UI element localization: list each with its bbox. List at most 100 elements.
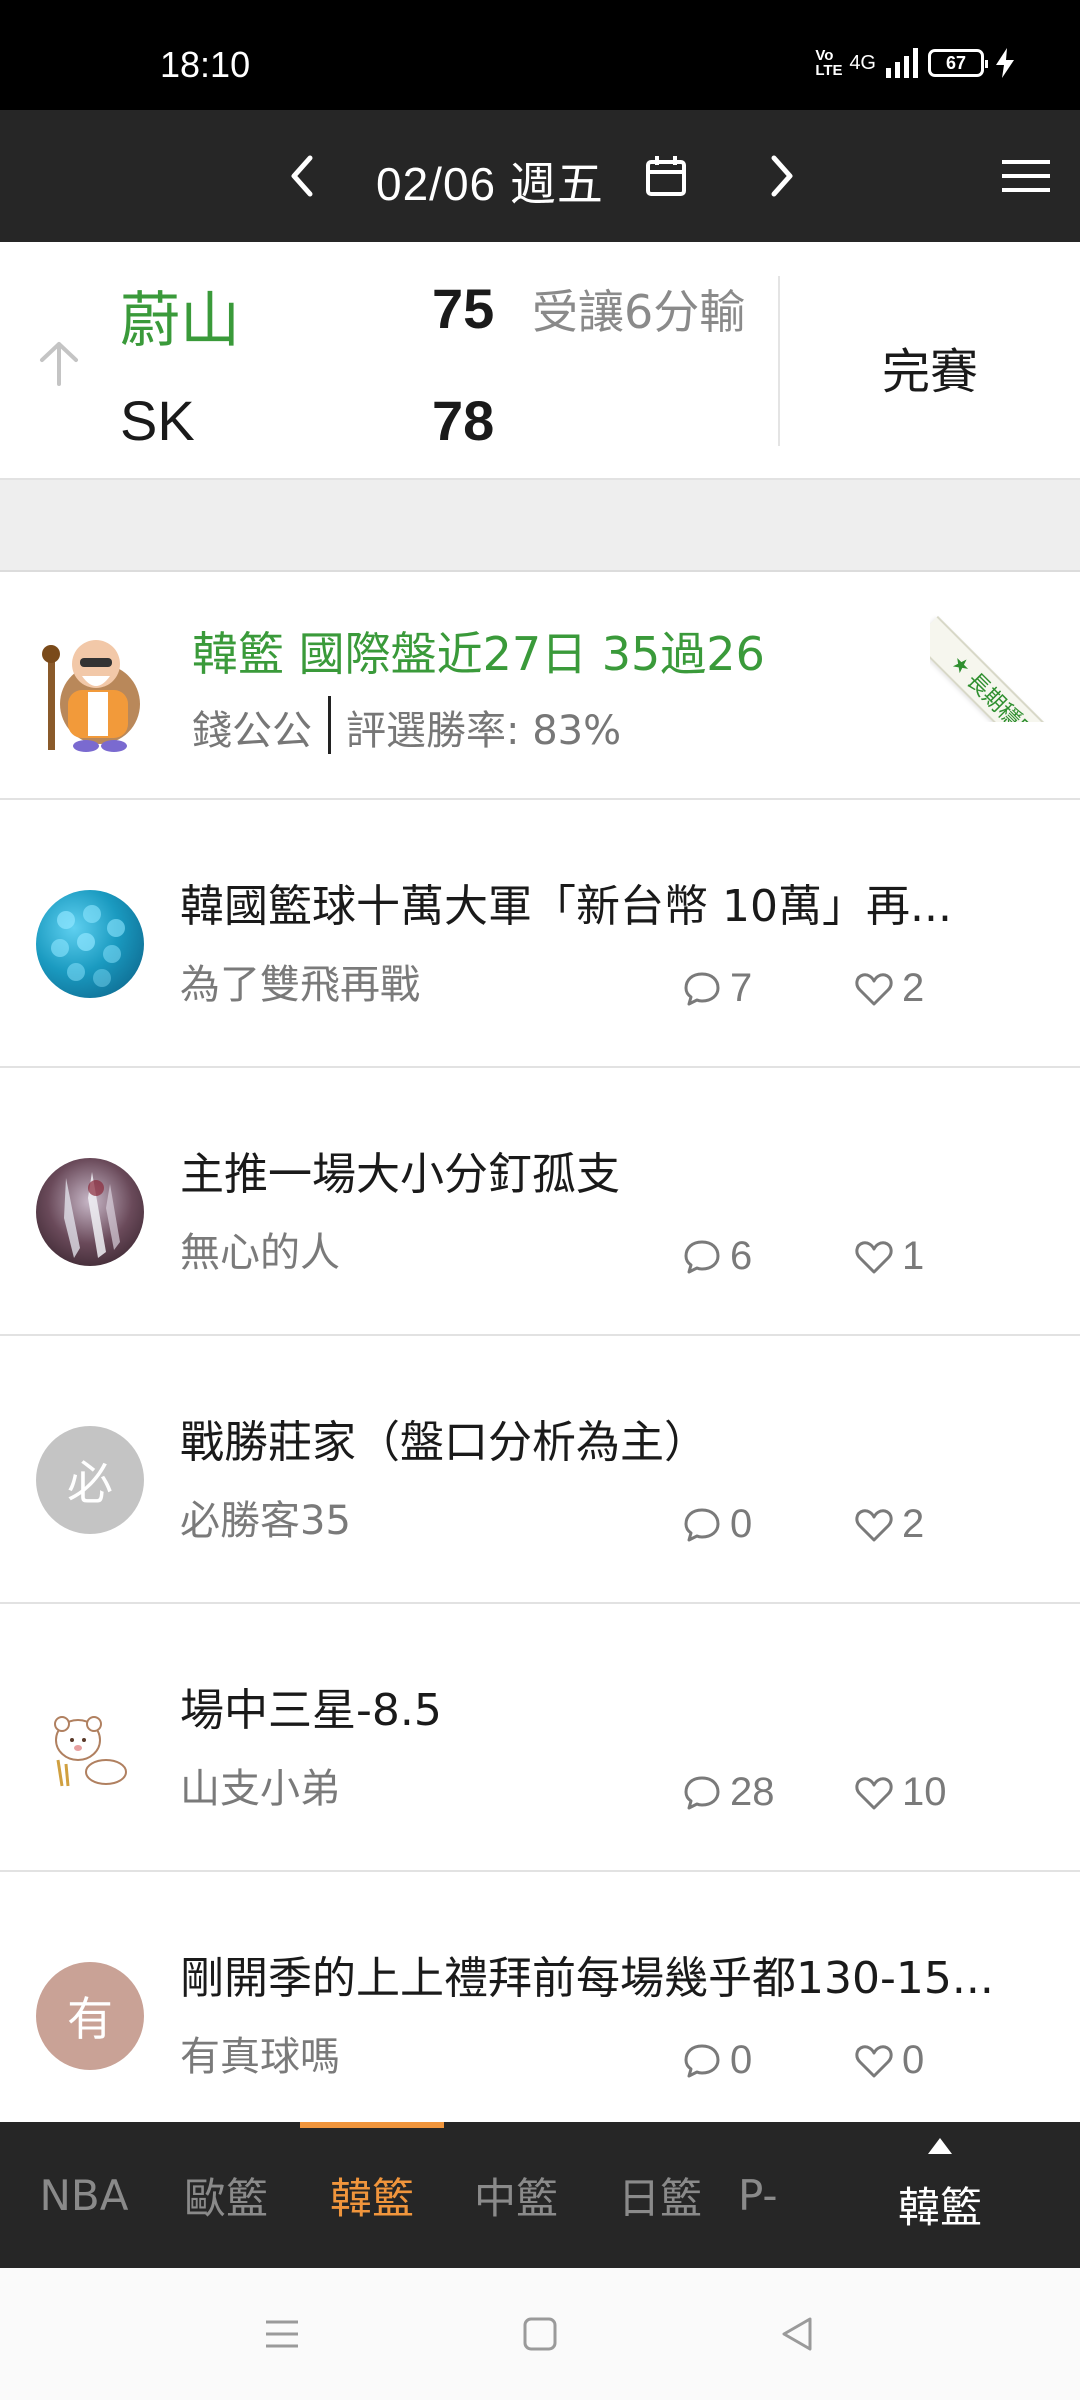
away-team-name: SK	[120, 389, 195, 452]
portrait-illustration	[64, 1172, 120, 1258]
post-item[interactable]: 有 剛開季的上上禮拜前每場幾乎都130-15... 有真球嗎 0 0	[0, 1872, 1080, 2140]
home-team-score: 75	[432, 277, 495, 340]
calendar-icon[interactable]	[644, 154, 688, 198]
comment-icon	[684, 2044, 720, 2077]
expert-name: 錢公公	[192, 708, 312, 754]
handicap-result: 受讓6分輸	[532, 285, 746, 339]
cartoon-bears-illustration	[54, 1716, 127, 1787]
avatar-initial: 有	[67, 1992, 113, 2046]
expert-record-title: 韓籃 國際盤近27日 35過26	[192, 627, 765, 681]
post-author: 山支小弟	[180, 1766, 340, 1812]
away-team-score: 78	[432, 389, 495, 452]
comment-icon	[684, 1508, 720, 1541]
comment-count: 6	[682, 1234, 752, 1279]
comment-count-value: 0	[730, 1502, 753, 1546]
author-avatar: 有	[36, 1962, 144, 2070]
comment-icon	[684, 1240, 720, 1273]
like-count: 2	[854, 1502, 924, 1547]
date-label[interactable]: 02/06 週五	[376, 148, 604, 214]
badge-label: 長期穩定	[961, 668, 1042, 722]
post-title[interactable]: 戰勝莊家（盤口分析為主）	[180, 1406, 1040, 1470]
home-team-name: 蔚山	[120, 286, 240, 356]
tab-chinese-basketball[interactable]: 中籃	[456, 2122, 576, 2268]
like-count: 0	[854, 2038, 924, 2083]
comment-count: 28	[682, 1770, 775, 1815]
like-count-value: 0	[902, 2038, 925, 2082]
league-selector[interactable]: 韓籃	[880, 2122, 1000, 2268]
post-title[interactable]: 韓國籃球十萬大軍「新台幣 10萬」再...	[180, 870, 1040, 934]
badge-ribbon: ★ 長期穩定 ★	[930, 572, 1080, 722]
post-author: 無心的人	[180, 1230, 340, 1276]
comment-count-value: 7	[730, 966, 753, 1010]
section-spacer	[0, 480, 1080, 572]
comment-count: 0	[682, 1502, 752, 1547]
tab-euro-basketball[interactable]: 歐籃	[166, 2122, 286, 2268]
like-count-value: 1	[902, 1234, 925, 1278]
like-count-value: 2	[902, 966, 925, 1010]
battery-level: 67	[945, 52, 967, 73]
previous-day-icon[interactable]	[282, 150, 322, 202]
current-league-label: 韓籃	[897, 2183, 982, 2232]
post-title[interactable]: 剛開季的上上禮拜前每場幾乎都130-15...	[180, 1942, 1040, 2006]
like-count: 10	[854, 1770, 947, 1815]
tab-p-league[interactable]: P-	[738, 2122, 822, 2268]
network-type: 4G	[849, 51, 876, 74]
featured-expert-card[interactable]: 韓籃 國際盤近27日 35過26 錢公公 評選勝率: 83% ★ 長期穩定 ★	[0, 572, 1080, 800]
like-count: 2	[854, 966, 924, 1011]
heart-icon	[855, 1776, 893, 1809]
post-item[interactable]: 必 戰勝莊家（盤口分析為主） 必勝客35 0 2	[0, 1336, 1080, 1604]
volte-icon: Vo LTE	[815, 47, 843, 79]
league-tab-bar: NBA 歐籃 韓籃 中籃 日籃 P- 韓籃	[0, 2122, 1080, 2268]
post-author: 為了雙飛再戰	[180, 962, 420, 1008]
arrow-up-icon[interactable]	[34, 338, 84, 388]
post-item[interactable]: 韓國籃球十萬大軍「新台幣 10萬」再... 為了雙飛再戰 7 2	[0, 800, 1080, 1068]
author-avatar	[36, 1158, 144, 1266]
tab-japanese-basketball[interactable]: 日籃	[600, 2122, 720, 2268]
expert-avatar	[42, 640, 140, 752]
post-author: 必勝客35	[180, 1498, 351, 1544]
beads-pattern	[51, 905, 125, 987]
status-bar: 18:10 Vo LTE 4G 67	[0, 0, 1080, 110]
charging-icon	[996, 48, 1014, 78]
comment-count-value: 28	[730, 1770, 775, 1814]
expert-win-rate: 評選勝率: 83%	[346, 708, 622, 754]
next-day-icon[interactable]	[762, 150, 802, 202]
home-icon[interactable]	[520, 2314, 560, 2354]
tab-nba[interactable]: NBA	[24, 2122, 144, 2268]
tab-korean-basketball[interactable]: 韓籃	[312, 2122, 432, 2268]
game-status: 完賽	[882, 344, 979, 400]
author-avatar	[36, 890, 144, 998]
back-icon[interactable]	[778, 2314, 818, 2354]
comment-count: 7	[682, 966, 752, 1011]
heart-icon	[855, 1240, 893, 1273]
post-item[interactable]: 主推一場大小分釘孤支 無心的人 6 1	[0, 1068, 1080, 1336]
author-avatar: 必	[36, 1426, 144, 1534]
heart-icon	[855, 2044, 893, 2077]
post-author: 有真球嗎	[180, 2034, 340, 2080]
comment-icon	[684, 1776, 720, 1809]
like-count-value: 10	[902, 1770, 947, 1814]
caret-up-icon	[928, 2138, 952, 2154]
heart-icon	[855, 1508, 893, 1541]
menu-icon[interactable]	[1000, 158, 1052, 194]
status-icons: Vo LTE 4G 67	[815, 48, 1016, 78]
separator	[328, 696, 331, 754]
system-navigation-bar	[0, 2268, 1080, 2400]
status-time: 18:10	[160, 44, 251, 85]
recent-apps-icon[interactable]	[262, 2314, 302, 2354]
comment-count: 0	[682, 2038, 752, 2083]
comment-icon	[684, 972, 720, 1005]
battery-icon: 67	[928, 49, 988, 77]
heart-icon	[855, 972, 893, 1005]
divider	[778, 276, 780, 446]
comment-count-value: 0	[730, 2038, 753, 2082]
signal-icon	[886, 48, 918, 78]
post-title[interactable]: 場中三星-8.5	[180, 1674, 1040, 1738]
like-count: 1	[854, 1234, 924, 1279]
long-term-stable-badge: ★ 長期穩定 ★	[930, 616, 1080, 722]
author-avatar	[36, 1694, 144, 1802]
game-score-card[interactable]: 蔚山 75 受讓6分輸 SK 78 完賽	[0, 242, 1080, 480]
like-count-value: 2	[902, 1502, 925, 1546]
post-title[interactable]: 主推一場大小分釘孤支	[180, 1138, 1040, 1202]
post-item[interactable]: 場中三星-8.5 山支小弟 28 10	[0, 1604, 1080, 1872]
